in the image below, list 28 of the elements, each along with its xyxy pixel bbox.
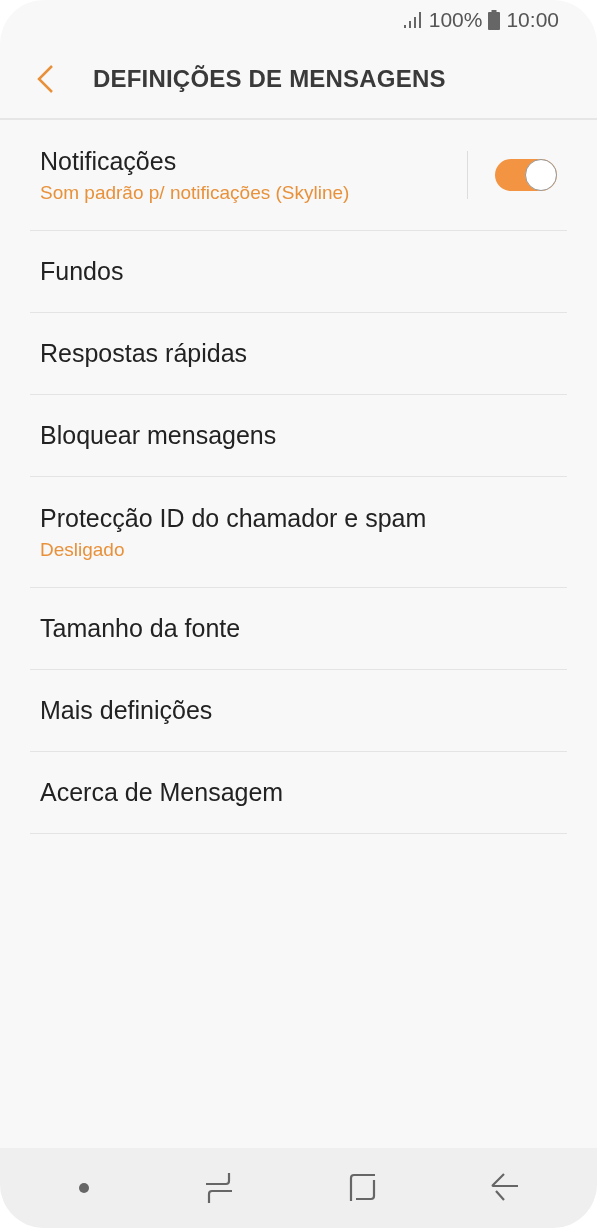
clock: 10:00 (506, 8, 559, 32)
settings-item[interactable]: Notificações Som padrão p/ notificações (Skyline) (30, 120, 567, 231)
setting-label: Bloquear mensagens (40, 421, 278, 450)
setting-label: Notificações (40, 146, 178, 176)
setting-summary: Som padrão p/ notificações (Skyline) (40, 181, 351, 204)
setting-summary: Desligado (40, 538, 126, 561)
settings-item[interactable]: Tamanho da fonte (30, 588, 567, 670)
battery-icon (488, 10, 501, 30)
dot-icon (77, 1182, 90, 1194)
settings-item[interactable]: Bloquear mensagens (30, 395, 567, 477)
settings-item[interactable]: Protecção ID do chamador e spam Desligado (30, 477, 567, 588)
settings-item[interactable]: Acerca de Mensagem (30, 752, 567, 834)
setting-label: Acerca de Mensagem (40, 778, 285, 807)
recent-apps-button[interactable] (204, 1172, 233, 1204)
setting-label: Mais definições (40, 696, 214, 725)
battery-percentage: 100% (428, 8, 483, 32)
back-nav-button[interactable] (491, 1173, 520, 1203)
settings-item[interactable]: Mais definições (30, 670, 567, 752)
setting-label: Protecção ID do chamador e spam (40, 503, 428, 533)
screen-title: DEFINIÇÕES DE MENSAGENS (93, 65, 446, 93)
toggle-switch[interactable] (495, 159, 557, 191)
settings-item[interactable]: Respostas rápidas (30, 313, 567, 395)
setting-label: Fundos (40, 257, 125, 286)
signal-icon (402, 11, 423, 29)
setting-label: Tamanho da fonte (40, 614, 242, 643)
settings-item[interactable]: Fundos (30, 231, 567, 313)
setting-label: Respostas rápidas (40, 339, 249, 368)
home-button[interactable] (348, 1173, 377, 1203)
